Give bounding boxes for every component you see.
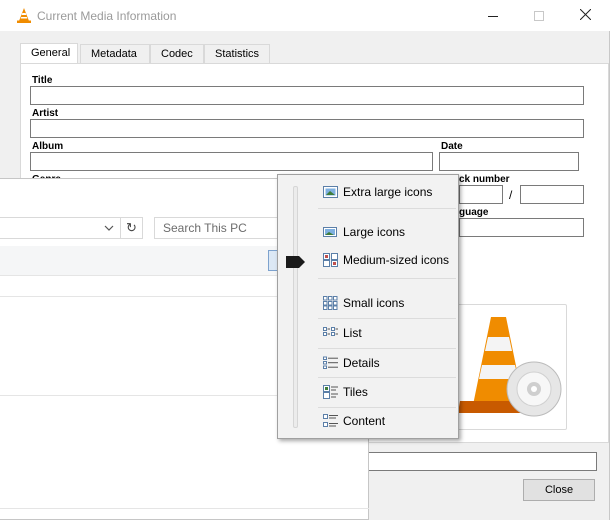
tiles-view-icon xyxy=(323,385,338,399)
track-number-label: ck number xyxy=(459,174,510,185)
tab-general[interactable]: General xyxy=(20,43,78,64)
address-bar[interactable] xyxy=(0,217,120,239)
track-number-field[interactable] xyxy=(459,185,503,204)
date-field[interactable] xyxy=(439,152,579,171)
chevron-down-icon[interactable] xyxy=(104,223,114,235)
large-icons-icon xyxy=(323,225,338,239)
menu-separator xyxy=(318,377,456,378)
refresh-button[interactable]: ↻ xyxy=(120,217,143,239)
menu-item-large-icons[interactable]: Large icons xyxy=(318,219,456,245)
details-view-icon xyxy=(323,356,338,370)
album-field[interactable] xyxy=(30,152,433,171)
minimize-button[interactable] xyxy=(470,0,516,31)
date-label: Date xyxy=(441,141,463,152)
view-slider-track[interactable] xyxy=(293,186,298,428)
list-view-icon xyxy=(323,326,338,340)
close-icon xyxy=(579,8,591,23)
maximize-button[interactable] xyxy=(516,0,562,31)
window-title: Current Media Information xyxy=(37,9,177,23)
tab-codec[interactable]: Codec xyxy=(150,44,204,63)
tab-statistics[interactable]: Statistics xyxy=(204,44,270,63)
menu-separator xyxy=(318,348,456,349)
track-total-field[interactable] xyxy=(520,185,584,204)
divider xyxy=(0,508,369,509)
slider-thumb-icon[interactable] xyxy=(286,255,306,272)
language-label: guage xyxy=(459,207,489,218)
menu-separator xyxy=(318,278,456,279)
menu-item-extra-large-icons[interactable]: Extra large icons xyxy=(318,179,456,205)
close-window-button[interactable] xyxy=(562,0,608,31)
menu-item-medium-icons[interactable]: Medium-sized icons xyxy=(318,247,456,273)
tab-metadata[interactable]: Metadata xyxy=(80,44,150,63)
content-view-icon xyxy=(323,414,338,428)
artist-field[interactable] xyxy=(30,119,584,138)
refresh-icon: ↻ xyxy=(126,220,137,235)
medium-icons-icon xyxy=(323,253,338,267)
location-field[interactable] xyxy=(366,452,597,471)
vlc-cone-art-icon xyxy=(456,317,568,434)
close-button[interactable]: Close xyxy=(523,479,595,501)
view-menu: Extra large icons Large icons Medium-siz… xyxy=(277,174,459,439)
menu-item-list[interactable]: List xyxy=(318,320,456,346)
menu-item-details[interactable]: Details xyxy=(318,350,456,376)
menu-separator xyxy=(318,208,456,209)
menu-item-small-icons[interactable]: Small icons xyxy=(318,290,456,316)
album-label: Album xyxy=(32,141,64,152)
title-label: Title xyxy=(32,75,53,86)
small-icons-icon xyxy=(323,296,338,310)
menu-item-tiles[interactable]: Tiles xyxy=(318,379,456,405)
title-bar: Current Media Information xyxy=(0,0,610,31)
artist-label: Artist xyxy=(32,108,59,119)
title-field[interactable] xyxy=(30,86,584,105)
extra-large-icons-icon xyxy=(323,185,338,199)
cover-art xyxy=(455,304,567,430)
track-separator: / xyxy=(509,188,513,202)
menu-item-content[interactable]: Content xyxy=(318,408,456,434)
menu-separator xyxy=(318,318,456,319)
vlc-cone-icon xyxy=(17,8,31,26)
language-field[interactable] xyxy=(459,218,584,237)
